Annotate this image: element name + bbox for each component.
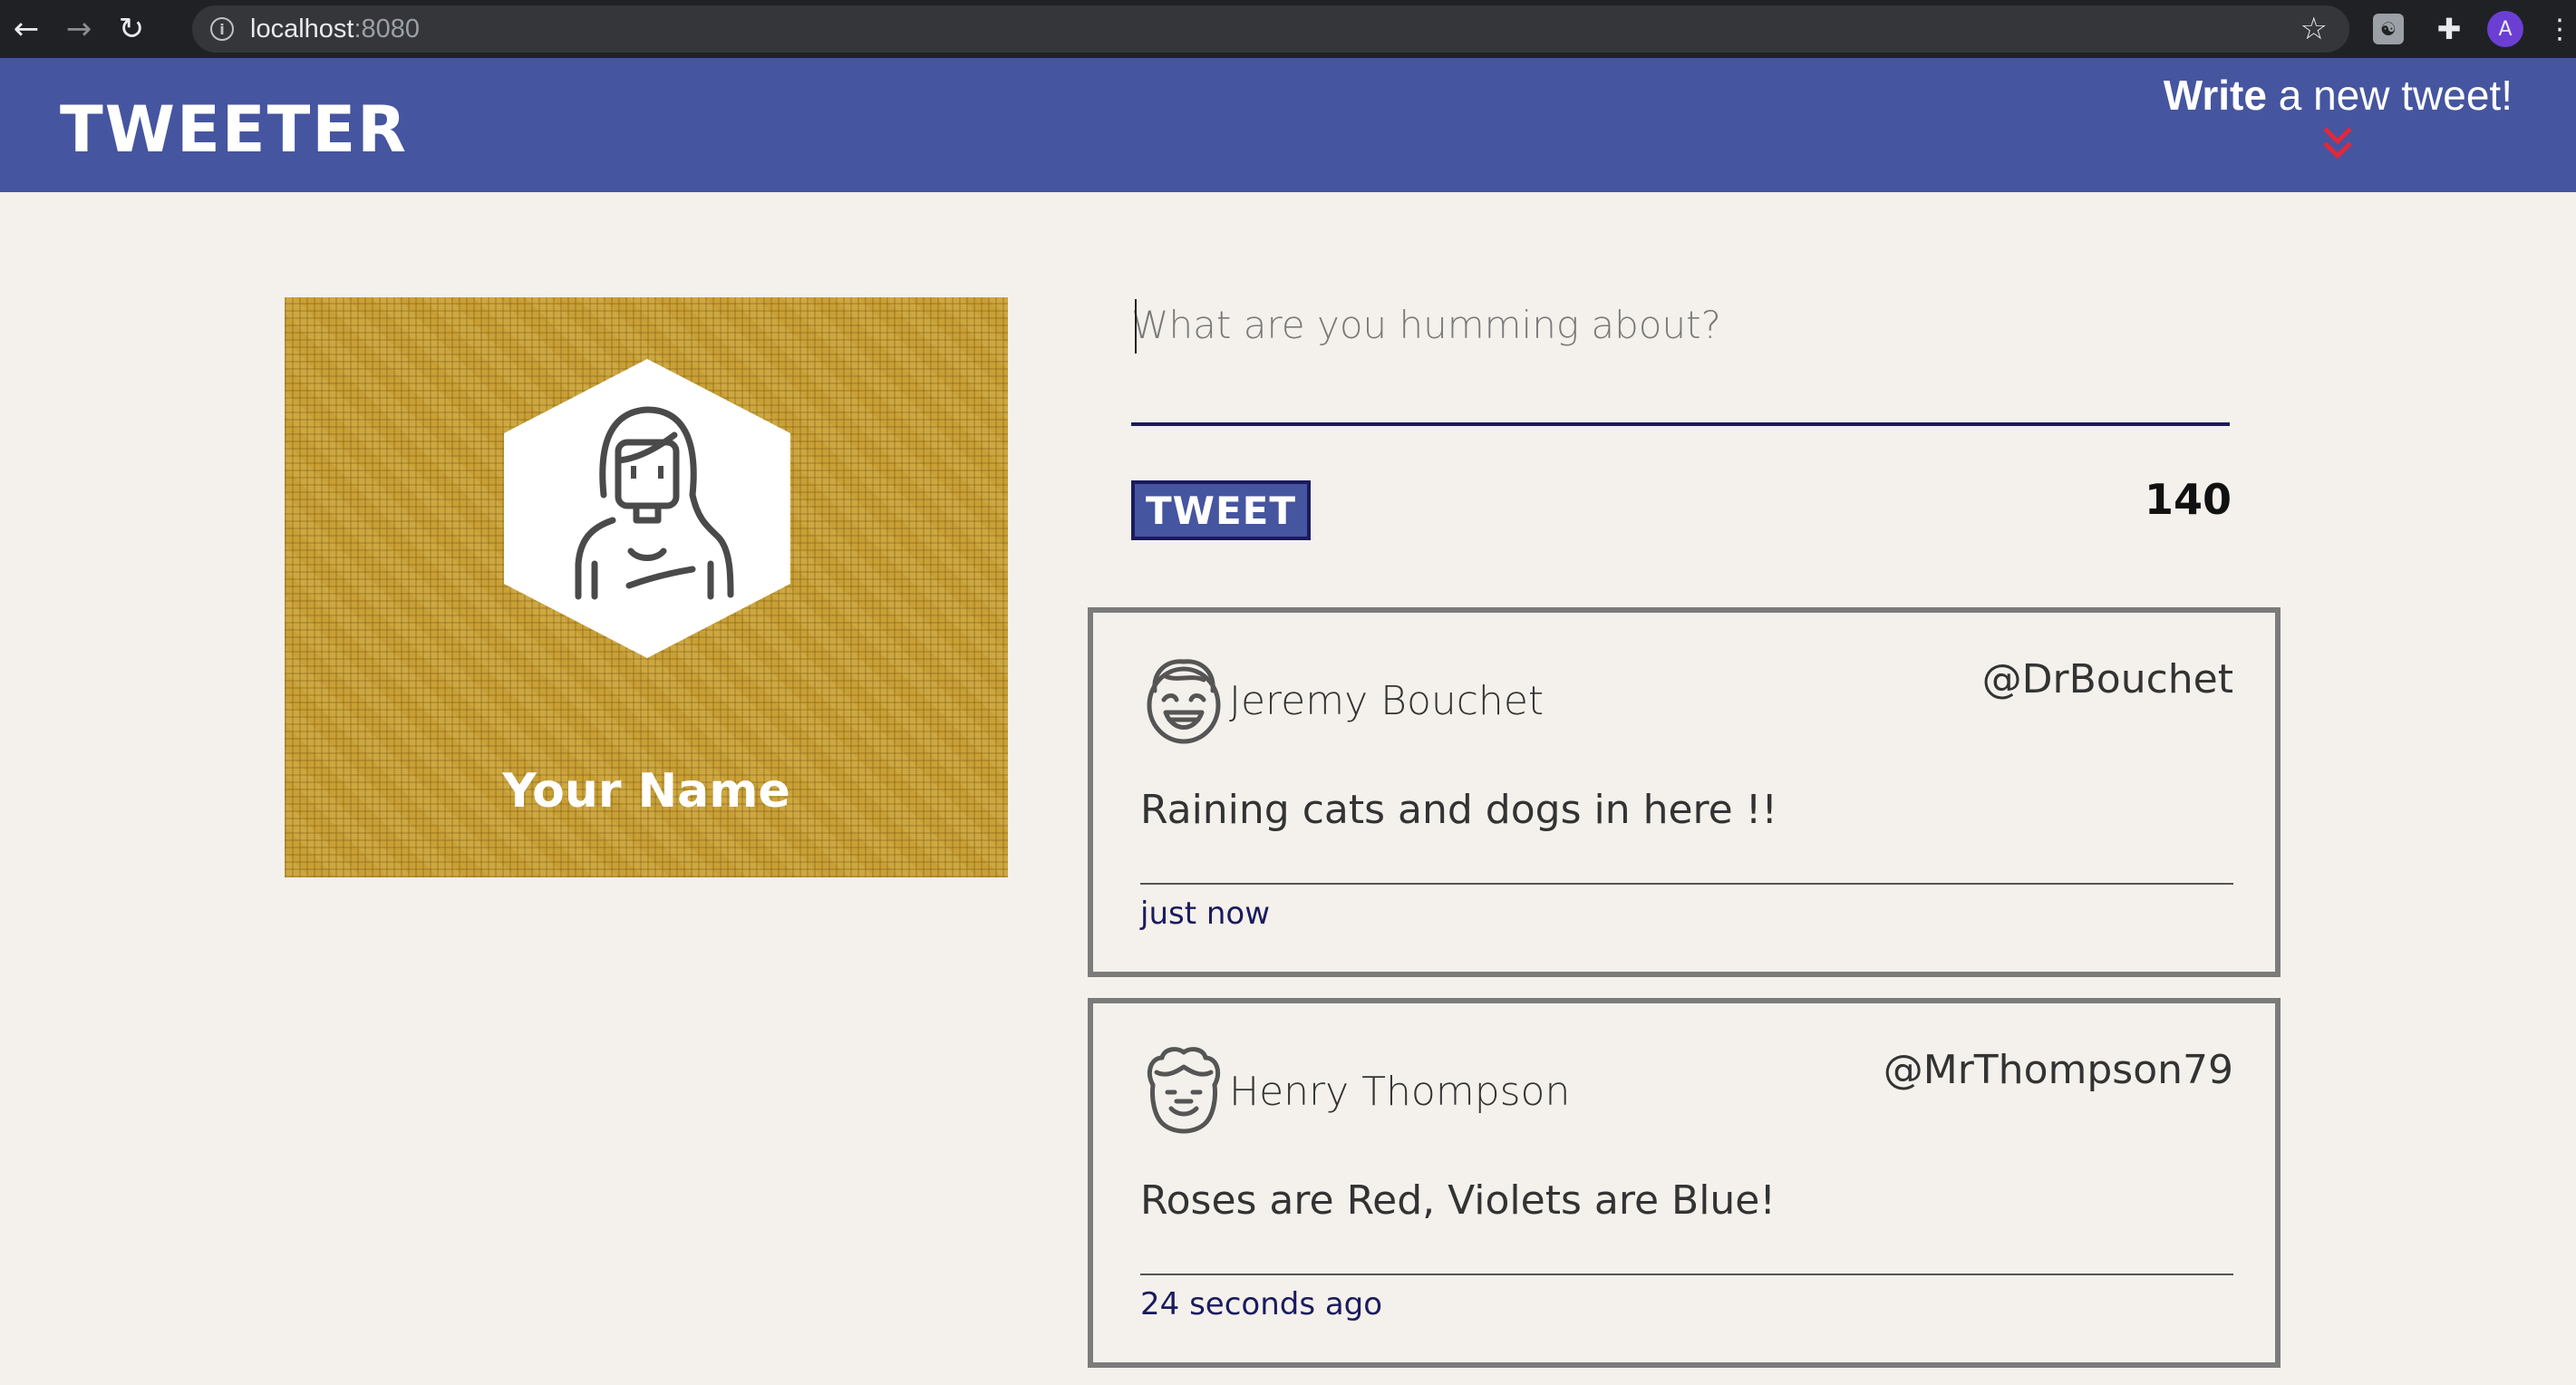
profile-card: Your Name (285, 297, 1008, 877)
compose-toggle-label[interactable]: Write a new tweet! (2164, 71, 2513, 120)
tweet-card: Henry Thompson @MrThompson79 Roses are R… (1088, 998, 2281, 1368)
reload-icon[interactable]: ↻ (105, 0, 158, 58)
tweet-submit-button[interactable]: TWEET (1131, 480, 1311, 540)
curly-hair-face-avatar-icon (1147, 1047, 1221, 1134)
forward-icon[interactable]: → (53, 0, 105, 58)
tweet-text: Raining cats and dogs in here !! (1140, 787, 1777, 833)
laughing-face-avatar-icon (1147, 659, 1221, 744)
brand-logo: TWEETER (60, 92, 409, 167)
site-info-icon[interactable]: i (210, 17, 234, 41)
double-chevron-down-icon[interactable] (2164, 123, 2513, 170)
bookmark-star-icon[interactable]: ☆ (2300, 11, 2328, 47)
extension-icon[interactable]: ☯ (2373, 14, 2404, 44)
compose-toggle[interactable]: Write a new tweet! (2164, 71, 2513, 170)
back-icon[interactable]: ← (0, 0, 53, 58)
address-bar[interactable]: i localhost:8080 ☆ (192, 5, 2349, 53)
address-url: localhost:8080 (250, 14, 421, 44)
tweet-author-handle: @MrThompson79 (1883, 1047, 2233, 1093)
profile-name: Your Name (502, 764, 790, 818)
tweet-divider (1140, 1274, 2233, 1275)
puzzle-extensions-icon[interactable]: ✚ (2431, 11, 2467, 47)
tweet-timestamp: 24 seconds ago (1140, 1286, 1383, 1322)
app-header: TWEETER Write a new tweet! (0, 58, 2576, 192)
tweet-composer (1131, 290, 2230, 431)
text-caret (1135, 299, 1137, 354)
tweet-timestamp: just now (1140, 896, 1271, 932)
tweet-author-name: Henry Thompson (1229, 1069, 1571, 1115)
tweet-text-input[interactable] (1131, 290, 2230, 426)
kebab-menu-icon[interactable]: ⋮ (2542, 11, 2576, 47)
tweet-text: Roses are Red, Violets are Blue! (1140, 1177, 1777, 1224)
character-counter: 140 (2144, 475, 2232, 524)
tweet-author-handle: @DrBouchet (1981, 656, 2233, 702)
tweet-author-name: Jeremy Bouchet (1229, 678, 1545, 724)
profile-avatar[interactable]: A (2487, 11, 2523, 47)
tweet-divider (1140, 883, 2233, 885)
profile-avatar-icon (504, 359, 790, 658)
browser-toolbar: ← → ↻ i localhost:8080 ☆ ☯ ✚ A ⋮ (0, 0, 2576, 58)
tweet-card: Jeremy Bouchet @DrBouchet Raining cats a… (1088, 607, 2281, 977)
